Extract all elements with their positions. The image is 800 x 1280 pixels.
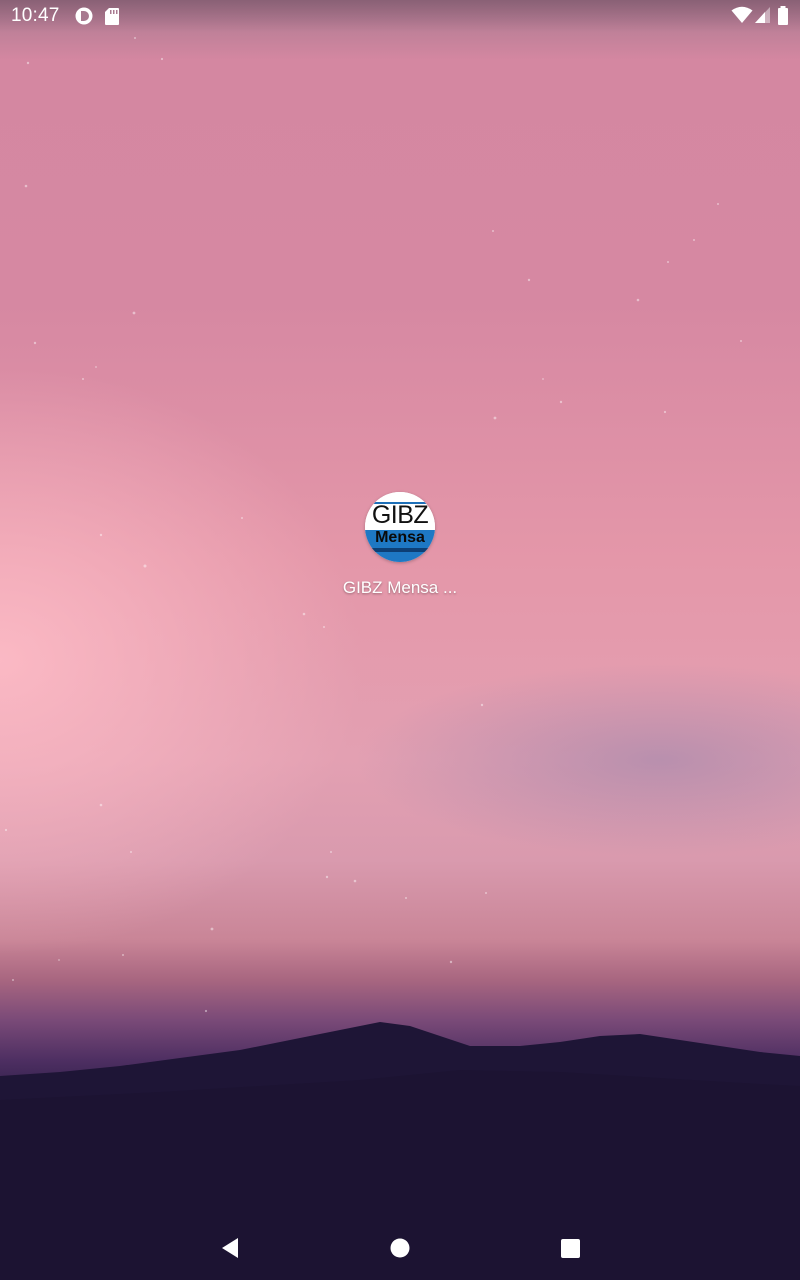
wallpaper-mountains (0, 1022, 800, 1280)
status-time: 10:47 (11, 5, 60, 26)
home-icon[interactable] (380, 1230, 420, 1266)
app-shortcut-gibz-mensa[interactable]: GIBZ Mensa GIBZ Mensa ... (330, 490, 470, 598)
wifi-icon (731, 6, 753, 23)
status-bar: 10:47 (0, 0, 800, 32)
icon-mensa-text: Mensa (375, 529, 425, 546)
back-icon[interactable] (210, 1230, 250, 1266)
navigation-bar (0, 1216, 800, 1280)
icon-band (365, 548, 435, 552)
gibz-mensa-app-icon[interactable]: GIBZ Mensa (365, 492, 435, 562)
sd-card-icon (105, 8, 119, 25)
app-label[interactable]: GIBZ Mensa ... (330, 578, 470, 598)
cellular-signal-icon (755, 7, 770, 23)
notification-app-icon (75, 7, 93, 25)
icon-gibz-text: GIBZ (371, 501, 429, 529)
battery-icon (778, 6, 788, 25)
recents-icon[interactable] (550, 1230, 590, 1266)
